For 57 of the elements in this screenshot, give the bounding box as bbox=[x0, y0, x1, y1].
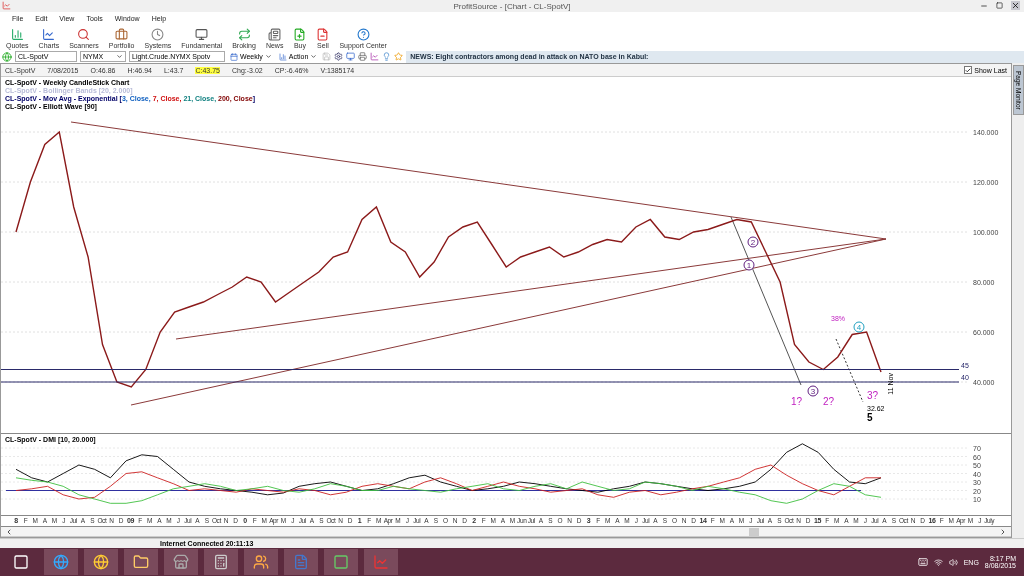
close-icon[interactable] bbox=[1011, 1, 1020, 10]
briefcase-icon bbox=[115, 28, 129, 41]
wave-label: 1? bbox=[791, 396, 803, 407]
wave-marker: 2 bbox=[747, 236, 759, 248]
settings-icon[interactable] bbox=[334, 52, 344, 61]
caret-icon bbox=[264, 53, 272, 60]
volume-icon[interactable] bbox=[948, 557, 958, 567]
scroll-left-icon[interactable] bbox=[5, 527, 13, 536]
wave-label: 5 bbox=[867, 412, 873, 423]
printer-icon[interactable] bbox=[358, 52, 368, 61]
keyboard-icon[interactable] bbox=[917, 557, 928, 567]
taskbar-app[interactable] bbox=[84, 549, 118, 575]
wave-label: 2? bbox=[823, 396, 835, 407]
arrows-icon bbox=[237, 28, 251, 41]
square-icon bbox=[333, 554, 349, 570]
taskbar-app[interactable] bbox=[124, 549, 158, 575]
wave-marker: 3 bbox=[807, 385, 819, 397]
newspaper-icon bbox=[268, 28, 282, 41]
calculator-icon bbox=[213, 554, 229, 570]
caret-icon bbox=[116, 53, 123, 60]
window-title: ProfitSource - [Chart - CL-SpotV] bbox=[453, 1, 571, 11]
help-icon bbox=[356, 28, 370, 41]
projection-line bbox=[835, 338, 864, 403]
wave-label: 3? bbox=[867, 390, 879, 401]
taskbar-app[interactable] bbox=[244, 549, 278, 575]
monitor-icon[interactable] bbox=[346, 52, 356, 61]
chart-icon[interactable] bbox=[370, 52, 380, 61]
taskbar-app[interactable] bbox=[164, 549, 198, 575]
monitor-icon bbox=[195, 28, 209, 41]
app-logo-icon bbox=[2, 1, 11, 10]
maximize-icon[interactable] bbox=[996, 2, 1003, 9]
document-plus-icon bbox=[293, 28, 307, 41]
store-icon bbox=[173, 554, 189, 570]
line-chart-icon bbox=[373, 554, 389, 570]
star-icon[interactable] bbox=[394, 52, 404, 61]
bar-chart-icon bbox=[278, 52, 287, 61]
document-icon bbox=[293, 554, 309, 570]
calendar-icon bbox=[230, 52, 238, 61]
people-icon bbox=[253, 554, 269, 570]
globe-icon bbox=[53, 554, 69, 570]
scroll-thumb[interactable] bbox=[749, 527, 759, 536]
magnifier-icon bbox=[77, 28, 91, 41]
folder-icon bbox=[133, 554, 149, 570]
wifi-icon[interactable] bbox=[933, 557, 943, 567]
document-minus-icon bbox=[316, 28, 330, 41]
globe-icon bbox=[93, 554, 109, 570]
scroll-right-icon[interactable] bbox=[999, 527, 1007, 536]
check-icon bbox=[965, 66, 972, 74]
clock-icon bbox=[151, 28, 165, 41]
taskbar-app[interactable] bbox=[204, 549, 238, 575]
lightbulb-icon[interactable] bbox=[382, 52, 392, 61]
bar-chart-icon bbox=[10, 28, 24, 41]
wave-marker: 4 bbox=[853, 321, 865, 333]
globe-icon bbox=[2, 51, 12, 62]
caret-icon bbox=[310, 53, 318, 60]
wave-marker: 1 bbox=[743, 259, 755, 271]
line-chart-icon bbox=[42, 28, 56, 41]
